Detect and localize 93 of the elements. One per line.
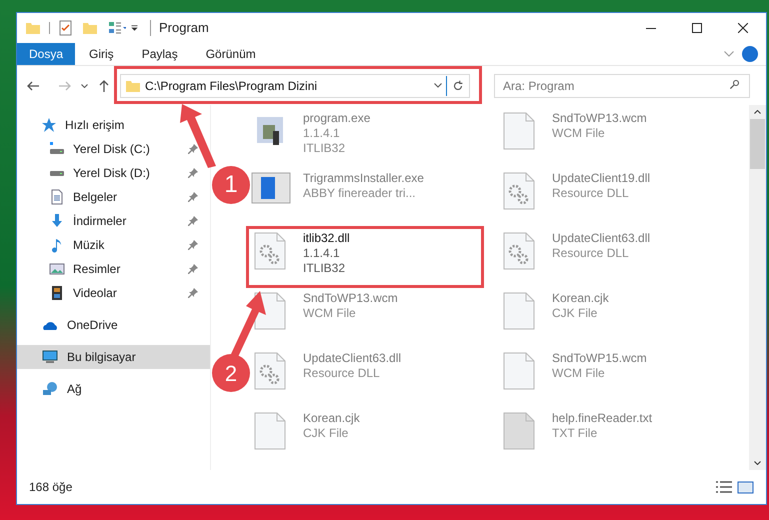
- file-name[interactable]: itlib32.dll: [303, 231, 350, 246]
- address-field[interactable]: C:\Program Files\Program Dizini: [120, 74, 470, 98]
- file-name[interactable]: SndToWP13.wcm: [303, 291, 398, 306]
- sidebar-item[interactable]: OneDrive: [17, 313, 210, 337]
- address-path: C:\Program Files\Program Dizini: [145, 78, 318, 94]
- close-icon: [738, 23, 748, 33]
- sidebar-label: Yerel Disk (C:): [73, 141, 151, 158]
- sidebar-label: OneDrive: [67, 317, 119, 334]
- file-detail: ITLIB32: [303, 261, 346, 276]
- file-name[interactable]: UpdateClient19.dll: [552, 171, 650, 186]
- chevron-down-icon: [724, 51, 734, 57]
- scroll-up-icon: [754, 110, 761, 114]
- file-detail: CJK File: [303, 426, 350, 441]
- network-icon: [41, 381, 59, 397]
- drive-icon: [50, 170, 64, 176]
- picture-icon: [49, 261, 65, 277]
- file-name[interactable]: program.exe: [303, 111, 370, 126]
- pin-icon: [188, 264, 198, 274]
- drive-icon: [49, 141, 65, 157]
- file-detail: ITLIB32: [303, 141, 346, 156]
- sidebar-item[interactable]: Yerel Disk (D:): [17, 161, 210, 185]
- file-name[interactable]: TrigrammsInstaller.exe: [303, 171, 424, 186]
- file-detail: WCM File: [303, 306, 357, 321]
- ribbon-tab[interactable]: Giriş: [75, 43, 128, 65]
- pin-icon: [188, 240, 198, 250]
- sidebar-label: Belgeler: [73, 189, 118, 206]
- file-name[interactable]: UpdateClient63.dll: [303, 351, 402, 366]
- file-detail: 1.1.4.1: [303, 246, 341, 261]
- folder-icon: [25, 20, 41, 36]
- view-icon: [106, 20, 126, 36]
- sidebar-item[interactable]: Hızlı erişim: [17, 113, 210, 137]
- file-name[interactable]: SndToWP13.wcm: [552, 111, 647, 126]
- chevron-down-icon: [81, 84, 88, 88]
- details-view-icon: [714, 479, 732, 495]
- computer-icon: [41, 349, 59, 365]
- scroll-down-icon: [754, 461, 761, 465]
- file-tab[interactable]: Dosya: [17, 43, 76, 65]
- file-name[interactable]: Korean.cjk: [552, 291, 609, 306]
- sidebar-item[interactable]: Videolar: [17, 281, 210, 305]
- pin-icon: [188, 192, 198, 202]
- sidebar-item[interactable]: Belgeler: [17, 185, 210, 209]
- file-name[interactable]: Korean.cjk: [303, 411, 360, 426]
- installer-icon: [251, 171, 291, 205]
- sidebar-label: Resimler: [73, 261, 122, 278]
- file-detail: Resource DLL: [552, 246, 630, 261]
- file-detail: 1.1.4.1: [303, 126, 341, 141]
- sidebar-label: Yerel Disk (D:): [73, 165, 151, 182]
- pin-icon: [188, 144, 198, 154]
- file-detail: ABBY finereader tri...: [303, 186, 416, 201]
- pin-icon: [188, 288, 198, 298]
- large-icons-view-icon: [736, 479, 754, 495]
- search-icon: [730, 80, 742, 92]
- ribbon-tab[interactable]: Paylaş: [128, 43, 192, 65]
- file-name[interactable]: SndToWP15.wcm: [552, 351, 647, 366]
- sidebar-item[interactable]: Bu bilgisayar: [17, 345, 210, 369]
- folder-icon: [82, 20, 98, 36]
- file-name[interactable]: UpdateClient63.dll: [552, 231, 650, 246]
- refresh-icon: [451, 78, 465, 92]
- file-detail: Resource DLL: [552, 186, 630, 201]
- sidebar-label: Hızlı erişim: [65, 117, 126, 134]
- help-icon[interactable]: [742, 46, 758, 62]
- window-title: Program: [159, 19, 209, 38]
- maximize-icon: [692, 23, 702, 33]
- file-detail: WCM File: [552, 366, 606, 381]
- pointer-arrow: [228, 291, 268, 357]
- file-detail: WCM File: [552, 126, 606, 141]
- film-icon: [49, 285, 65, 301]
- star-icon: [41, 117, 57, 133]
- file-detail: Resource DLL: [303, 366, 381, 381]
- scrollbar[interactable]: [749, 105, 766, 470]
- scroll-thumb[interactable]: [750, 119, 765, 169]
- search-field[interactable]: Ara: Program: [494, 74, 750, 98]
- sidebar-item[interactable]: Resimler: [17, 257, 210, 281]
- chevron-down-icon: [434, 83, 442, 88]
- pin-icon: [188, 216, 198, 226]
- file-name[interactable]: help.fineReader.txt: [552, 411, 652, 426]
- sidebar-item[interactable]: İndirmeler: [17, 209, 210, 233]
- file-detail: CJK File: [552, 306, 598, 321]
- pin-icon: [188, 168, 198, 178]
- sidebar-label: Ağ: [67, 381, 83, 398]
- sidebar-label: Müzik: [73, 237, 106, 254]
- item-count: 168 öğe: [29, 479, 72, 496]
- properties-icon: [58, 20, 74, 36]
- download-arrow-icon: [49, 213, 65, 229]
- sidebar-label: Videolar: [73, 285, 118, 302]
- sidebar-item[interactable]: Yerel Disk (C:): [17, 137, 210, 161]
- sidebar-item[interactable]: Ağ: [17, 377, 210, 401]
- file-detail: TXT File: [552, 426, 598, 441]
- ribbon-tab[interactable]: Görünüm: [192, 43, 270, 65]
- sidebar-label: Bu bilgisayar: [67, 349, 137, 366]
- sidebar-label: İndirmeler: [73, 213, 128, 230]
- document-icon: [49, 189, 65, 205]
- sidebar-item[interactable]: Müzik: [17, 233, 210, 257]
